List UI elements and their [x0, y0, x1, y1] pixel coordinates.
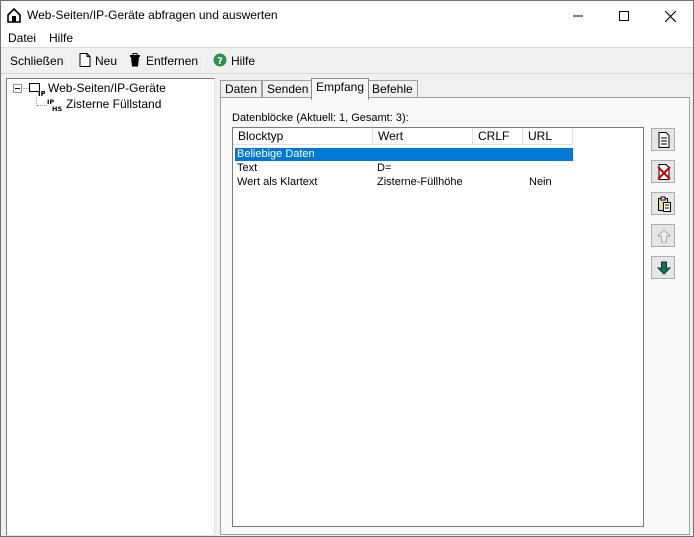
help-icon: ? — [213, 53, 227, 67]
move-up-button[interactable] — [651, 224, 675, 247]
minimize-icon — [573, 15, 583, 17]
close-window-button[interactable] — [647, 1, 693, 29]
column-header-wert[interactable]: Wert — [373, 128, 473, 145]
ip-device-icon: IP HS — [47, 98, 62, 113]
new-document-icon — [658, 132, 670, 148]
tree-collapse-toggle[interactable] — [13, 84, 22, 93]
table-row[interactable]: Beliebige Daten — [235, 148, 573, 161]
column-header-crlf[interactable]: CRLF — [473, 128, 523, 145]
new-document-icon — [79, 53, 91, 67]
title-bar: Web-Seiten/IP-Geräte abfragen und auswer… — [1, 1, 693, 29]
maximize-button[interactable] — [601, 1, 647, 29]
svg-text:?: ? — [217, 56, 223, 67]
window-title: Web-Seiten/IP-Geräte abfragen und auswer… — [27, 8, 278, 22]
web-devices-icon: IP — [29, 83, 45, 97]
tree-root-label[interactable]: Web-Seiten/IP-Geräte — [48, 81, 166, 95]
arrow-down-icon — [656, 261, 672, 275]
delete-document-icon — [657, 164, 671, 180]
cell-wert: D= — [377, 162, 392, 174]
toolbar: Schließen Neu Entfernen ? Hilfe — [1, 48, 693, 74]
close-button[interactable]: Schließen — [10, 52, 63, 70]
clipboard-icon — [658, 196, 671, 212]
cell-url: Nein — [529, 176, 552, 188]
move-down-button[interactable] — [651, 256, 675, 279]
menu-bar: Datei Hilfe — [1, 29, 693, 48]
toolbar-separator — [68, 52, 69, 70]
list-header: Blocktyp Wert CRLF URL — [233, 128, 643, 145]
menu-hilfe[interactable]: Hilfe — [49, 31, 73, 45]
cell-blocktyp: Text — [237, 162, 258, 174]
menu-datei[interactable]: Datei — [8, 31, 36, 45]
arrow-up-icon — [656, 229, 672, 243]
tab-empfang[interactable]: Empfang — [311, 78, 370, 100]
datablocks-list[interactable]: Blocktyp Wert CRLF URL Beliebige Daten T… — [232, 127, 644, 527]
delete-block-button[interactable] — [651, 160, 675, 183]
column-header-blocktyp[interactable]: Blocktyp — [233, 128, 373, 145]
datablocks-label: Datenblöcke (Aktuell: 1, Gesamt: 3): — [232, 112, 409, 124]
tree-line — [37, 105, 47, 106]
column-header-url[interactable]: URL — [523, 128, 573, 145]
toolbar-separator — [203, 52, 204, 70]
trash-icon — [130, 53, 140, 67]
new-button[interactable]: Neu — [95, 52, 117, 70]
tree-item-zisterne[interactable]: Zisterne Füllstand — [66, 97, 161, 111]
cell-blocktyp: Wert als Klartext — [237, 176, 318, 188]
table-row[interactable]: Wert als Klartext Zisterne-Füllhöhe Nein — [235, 176, 573, 189]
maximize-icon — [619, 11, 629, 22]
main-window: Web-Seiten/IP-Geräte abfragen und auswer… — [0, 0, 694, 537]
minimize-button[interactable] — [555, 1, 601, 29]
close-icon — [664, 10, 676, 23]
table-row[interactable]: Text D= — [235, 162, 573, 175]
remove-button[interactable]: Entfernen — [146, 52, 198, 70]
copy-block-button[interactable] — [651, 192, 675, 215]
cell-blocktyp: Beliebige Daten — [237, 148, 315, 160]
cell-wert: Zisterne-Füllhöhe — [377, 176, 463, 188]
empfang-panel: Datenblöcke (Aktuell: 1, Gesamt: 3): Blo… — [220, 97, 690, 535]
svg-text:IP: IP — [38, 90, 45, 97]
new-block-button[interactable] — [651, 128, 675, 151]
device-tree: IP Web-Seiten/IP-Geräte IP HS Zisterne F… — [6, 78, 215, 536]
svg-text:HS: HS — [52, 105, 62, 113]
help-button[interactable]: Hilfe — [231, 52, 255, 70]
app-house-icon — [7, 7, 21, 23]
